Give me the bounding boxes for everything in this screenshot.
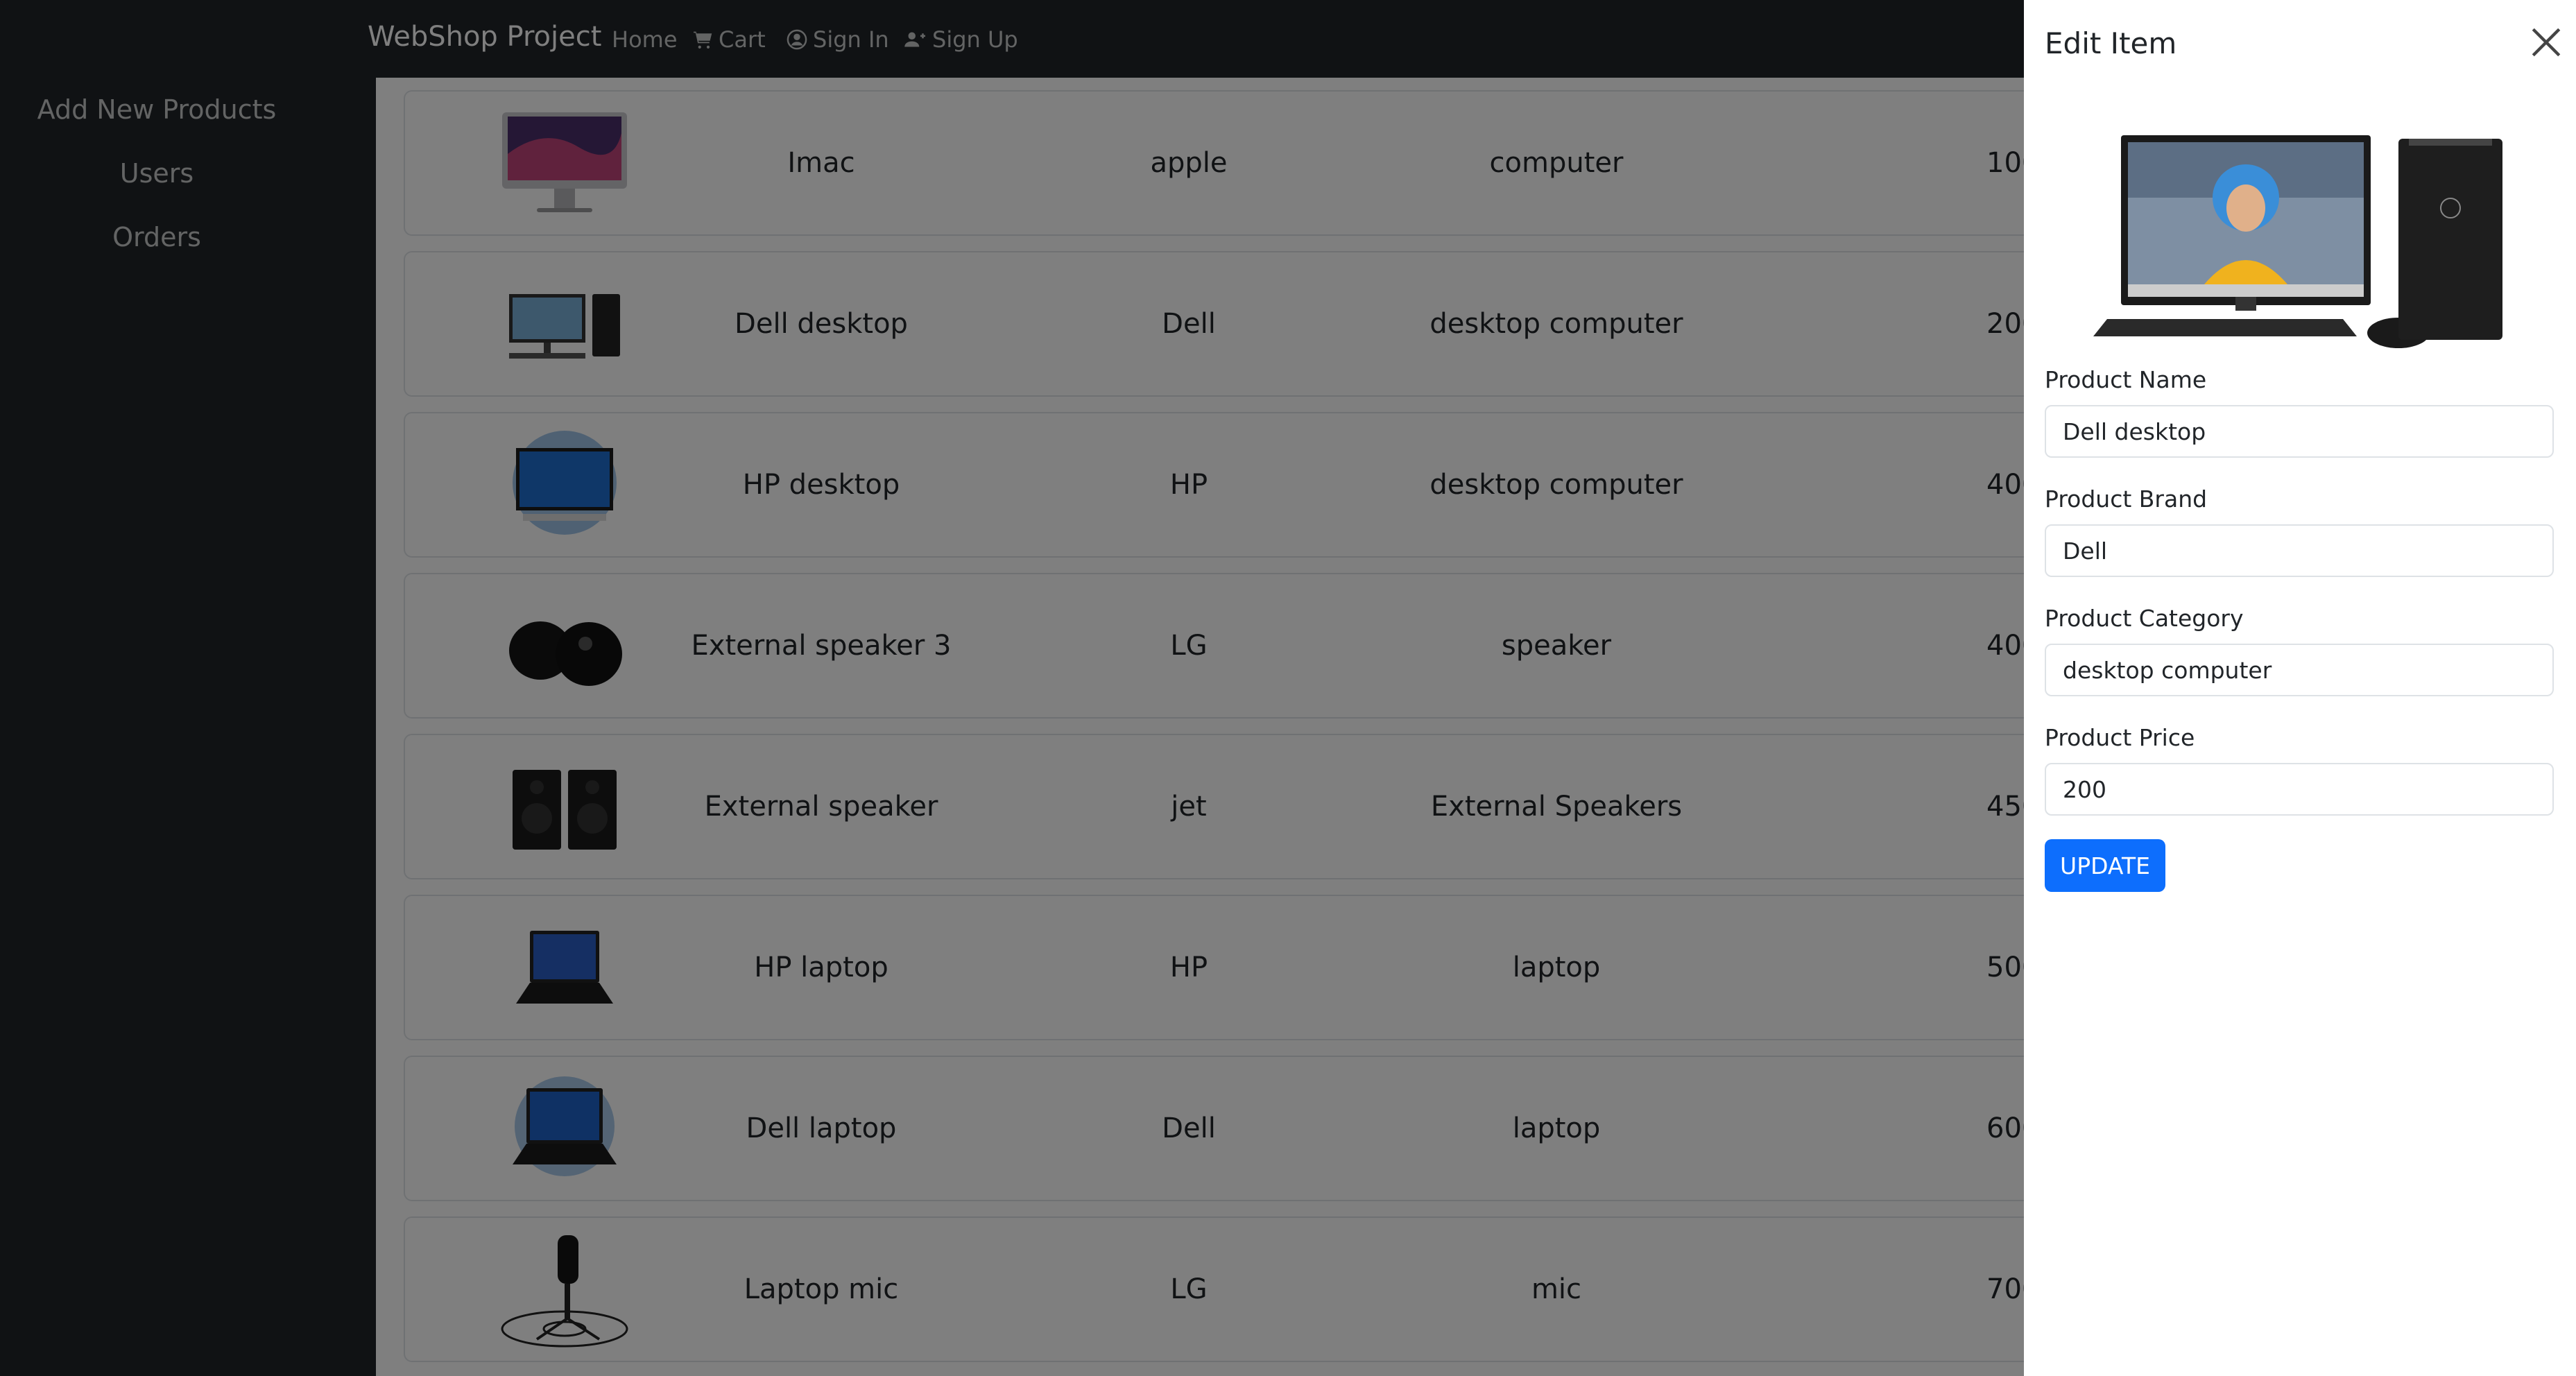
product-preview-image — [2093, 135, 2502, 348]
product-brand-label: Product Brand — [2045, 485, 2208, 513]
product-brand-input[interactable] — [2045, 524, 2554, 577]
product-price-label: Product Price — [2045, 724, 2195, 751]
panel-title: Edit Item — [2045, 26, 2177, 60]
product-price-input[interactable] — [2045, 763, 2554, 816]
close-icon[interactable] — [2529, 25, 2564, 60]
edit-item-panel: Edit Item Product Name Product Brand Pro… — [2024, 0, 2576, 1376]
product-name-input[interactable] — [2045, 405, 2554, 458]
product-category-input[interactable] — [2045, 644, 2554, 696]
product-category-label: Product Category — [2045, 605, 2244, 632]
update-button[interactable]: UPDATE — [2045, 839, 2165, 892]
product-name-label: Product Name — [2045, 366, 2207, 393]
